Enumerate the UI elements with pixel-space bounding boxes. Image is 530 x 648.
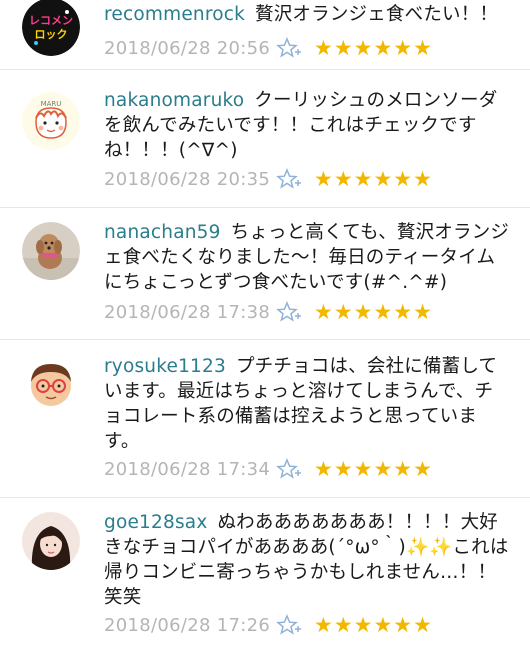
comment-item: nanachan59 ちょっと高くても、贅沢オランジェ食べたくなりました〜！毎日の… — [0, 208, 530, 340]
username[interactable]: nanachan59 — [104, 222, 221, 243]
cartoon-face-icon: MARU — [22, 92, 80, 150]
comment-meta: 2018/06/28 20:56 ★★★★★★ — [104, 35, 510, 61]
star-rating: ★★★★★★ — [314, 36, 433, 60]
comment-meta: 2018/06/28 17:34 ★★★★★★ — [104, 456, 510, 482]
comment-body: nakanomaruko クーリッシュのメロンソーダを飲んでみたいです！！これはチ… — [104, 88, 510, 163]
avatar[interactable]: レコメン ロック — [22, 0, 80, 56]
comment-body: goe128sax ぬわあああああああ！！！！大好きなチョコパイがああああ(´°ω… — [104, 510, 510, 610]
username[interactable]: recommenrock — [104, 4, 245, 25]
avatar[interactable] — [22, 222, 80, 280]
avatar[interactable] — [22, 354, 80, 412]
timestamp: 2018/06/28 17:26 — [104, 614, 271, 636]
comment-body: recommenrock 贅沢オランジェ食べたい！！ — [104, 2, 510, 27]
avatar-label: MARU — [41, 100, 62, 108]
favorite-star-add-icon[interactable] — [276, 37, 302, 59]
favorite-star-add-icon[interactable] — [276, 168, 302, 190]
timestamp: 2018/06/28 20:35 — [104, 168, 271, 190]
comment-item: レコメン ロック recommenrock 贅沢オランジェ食べたい！！ 2018/… — [0, 0, 530, 70]
comment-item: goe128sax ぬわあああああああ！！！！大好きなチョコパイがああああ(´°ω… — [0, 498, 530, 648]
favorite-star-add-icon[interactable] — [276, 458, 302, 480]
username[interactable]: nakanomaruko — [104, 90, 244, 111]
timestamp: 2018/06/28 17:38 — [104, 301, 271, 323]
comment-body: ryosuke1123 プチチョコは、会社に備蓄しています。最近はちょっと溶けてし… — [104, 354, 510, 454]
comment-text: 贅沢オランジェ食べたい！！ — [255, 4, 499, 25]
star-rating: ★★★★★★ — [314, 300, 433, 324]
timestamp: 2018/06/28 20:56 — [104, 37, 271, 59]
avatar[interactable] — [22, 512, 80, 570]
username[interactable]: ryosuke1123 — [104, 356, 226, 377]
comment-item: MARU nakanomaruko クーリッシュのメロンソーダを飲んでみたいです！… — [0, 70, 530, 208]
avatar[interactable]: MARU — [22, 92, 80, 150]
star-rating: ★★★★★★ — [314, 613, 433, 637]
svg-text:レコメン: レコメン — [29, 14, 73, 27]
comment-item: ryosuke1123 プチチョコは、会社に備蓄しています。最近はちょっと溶けてし… — [0, 340, 530, 498]
recommenrock-logo-icon: レコメン ロック — [22, 0, 80, 56]
timestamp: 2018/06/28 17:34 — [104, 458, 271, 480]
girl-photo-icon — [22, 512, 80, 570]
comment-meta: 2018/06/28 17:26 ★★★★★★ — [104, 612, 510, 638]
favorite-star-add-icon[interactable] — [276, 614, 302, 636]
comment-body: nanachan59 ちょっと高くても、贅沢オランジェ食べたくなりました〜！毎日の… — [104, 220, 510, 295]
comment-meta: 2018/06/28 20:35 ★★★★★★ — [104, 166, 510, 192]
favorite-star-add-icon[interactable] — [276, 301, 302, 323]
svg-text:ロック: ロック — [35, 28, 68, 41]
dog-photo-icon — [22, 222, 80, 280]
username[interactable]: goe128sax — [104, 512, 207, 533]
star-rating: ★★★★★★ — [314, 457, 433, 481]
star-rating: ★★★★★★ — [314, 167, 433, 191]
boy-with-glasses-icon — [22, 354, 80, 412]
comment-meta: 2018/06/28 17:38 ★★★★★★ — [104, 299, 510, 325]
